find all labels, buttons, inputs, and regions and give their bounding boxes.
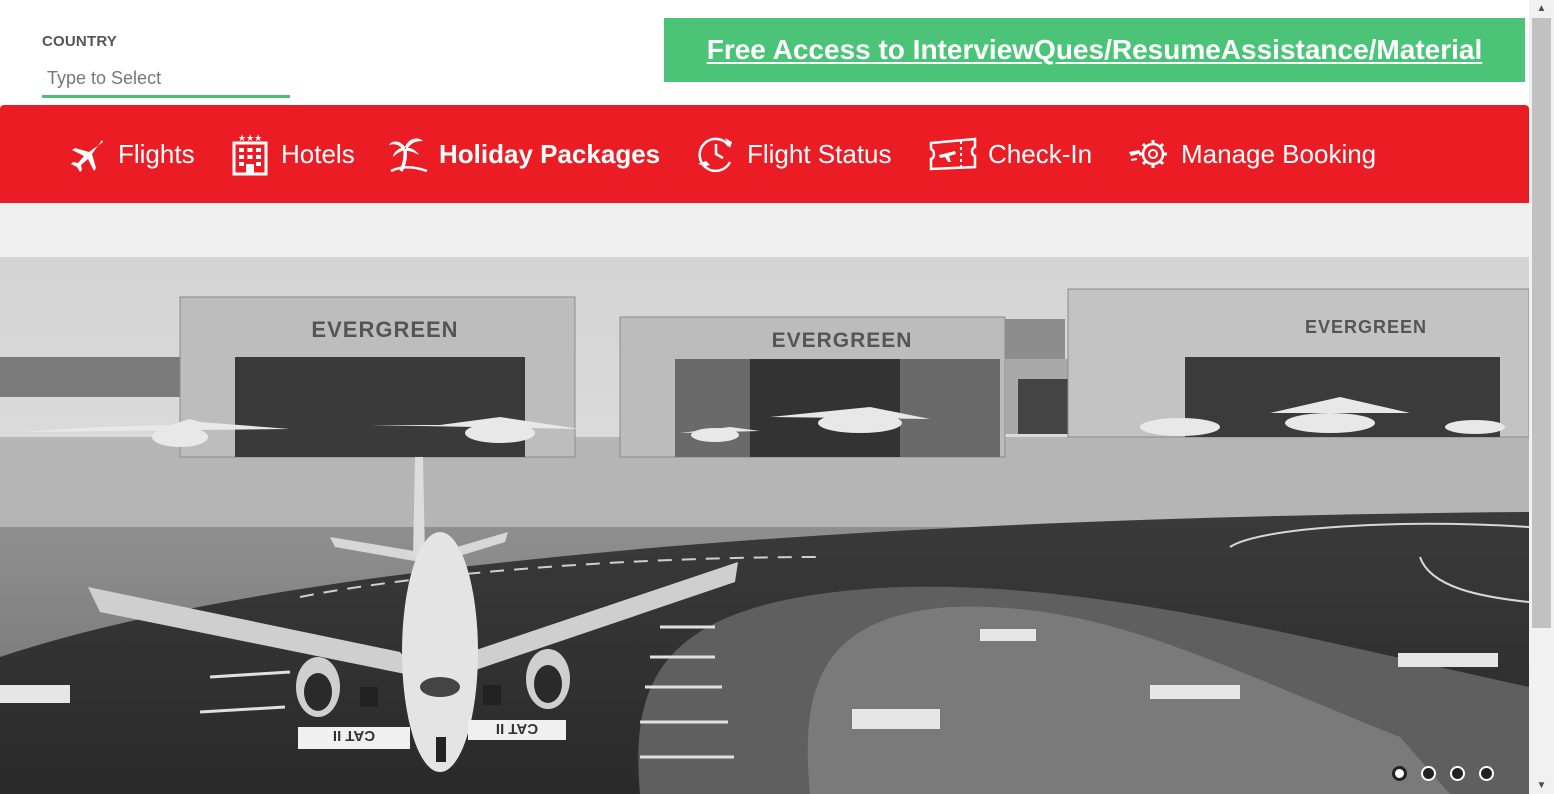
nav-item-holiday-packages[interactable]: Holiday Packages <box>387 105 660 203</box>
carousel-dot-3[interactable] <box>1450 766 1465 781</box>
clock-plane-icon <box>695 133 737 175</box>
main-nav: Flights ★★★ Hotels Holiday Packages Flig… <box>0 105 1529 203</box>
hangar-sign-3: EVERGREEN <box>1305 317 1427 337</box>
runway-marking-right: CAT II <box>496 720 538 737</box>
palm-tree-icon <box>387 133 429 175</box>
page: COUNTRY Free Access to InterviewQues/Res… <box>0 0 1554 794</box>
nav-label-flight-status: Flight Status <box>747 138 892 169</box>
vertical-scrollbar[interactable]: ▲ ▼ <box>1529 0 1554 794</box>
carousel-dot-4[interactable] <box>1479 766 1494 781</box>
promo-link[interactable]: Free Access to InterviewQues/ResumeAssis… <box>707 34 1483 66</box>
scroll-up-arrow-icon[interactable]: ▲ <box>1529 0 1554 17</box>
nav-label-flights: Flights <box>118 138 195 169</box>
hero-airport-image: EVERGREEN EVERGREEN EVERGREEN CAT II CAT… <box>0 257 1529 794</box>
ticket-icon <box>928 133 978 175</box>
nav-item-manage-booking[interactable]: Manage Booking <box>1127 105 1376 203</box>
nav-label-manage-booking: Manage Booking <box>1181 138 1377 169</box>
hangar-sign-1: EVERGREEN <box>311 317 458 342</box>
country-input[interactable] <box>42 62 290 98</box>
carousel-indicators <box>1392 766 1494 781</box>
hotel-building-icon: ★★★ <box>229 133 271 176</box>
carousel-dot-1[interactable] <box>1392 766 1407 781</box>
nav-item-hotels[interactable]: ★★★ Hotels <box>229 105 355 203</box>
carousel-dot-2[interactable] <box>1421 766 1436 781</box>
airplane-icon <box>66 133 108 175</box>
scroll-down-arrow-icon[interactable]: ▼ <box>1529 777 1554 794</box>
nav-item-flights[interactable]: Flights <box>66 105 195 203</box>
gear-plane-icon <box>1127 133 1171 175</box>
nav-label-holiday-packages: Holiday Packages <box>439 138 661 169</box>
runway-marking-left: CAT II <box>333 727 375 744</box>
country-label: COUNTRY <box>42 33 118 50</box>
scroll-thumb[interactable] <box>1532 18 1551 628</box>
nav-item-flight-status[interactable]: Flight Status <box>695 105 892 203</box>
nav-item-check-in[interactable]: Check-In <box>928 105 1092 203</box>
content-spacer <box>0 203 1529 257</box>
nav-label-hotels: Hotels <box>281 138 355 169</box>
nav-label-check-in: Check-In <box>988 138 1093 169</box>
hangar-sign-2: EVERGREEN <box>772 329 913 352</box>
promo-banner: Free Access to InterviewQues/ResumeAssis… <box>664 18 1525 82</box>
